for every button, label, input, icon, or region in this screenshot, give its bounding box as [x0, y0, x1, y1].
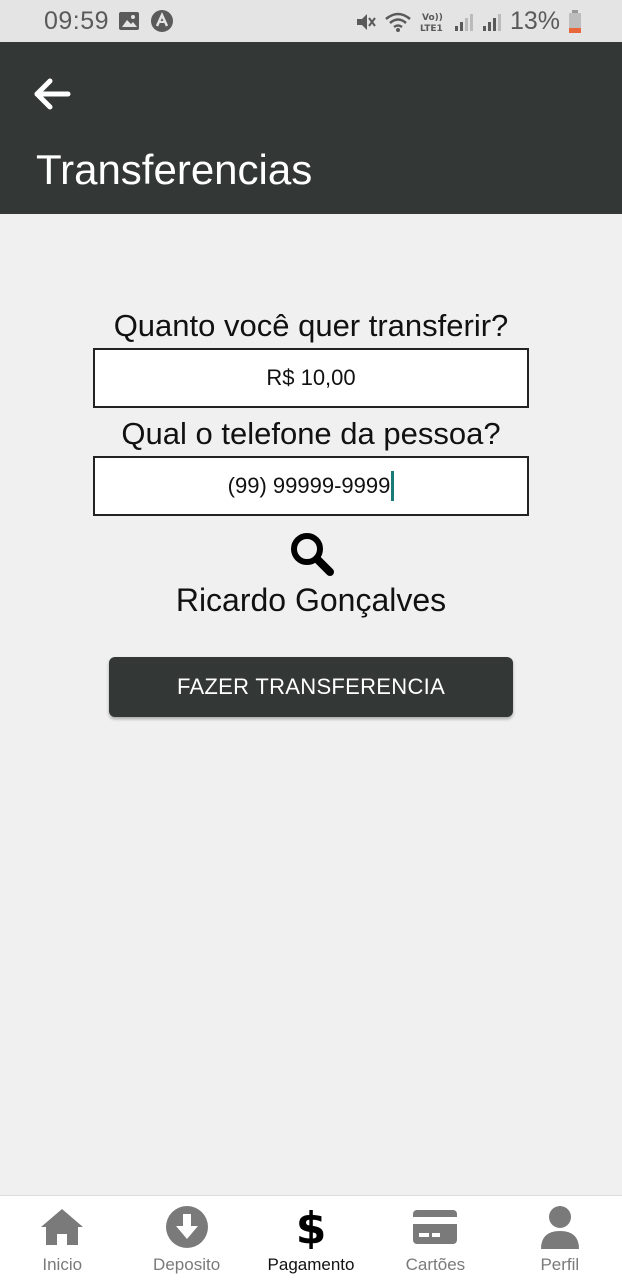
battery-icon — [569, 9, 581, 33]
nav-item-perfil[interactable]: Perfil — [498, 1196, 622, 1280]
back-button[interactable] — [30, 72, 74, 116]
amount-input[interactable]: R$ 10,00 — [93, 348, 529, 408]
app-bar: Transferencias — [0, 42, 622, 214]
image-icon — [119, 12, 139, 30]
signal-icon — [454, 13, 473, 31]
mute-icon — [356, 13, 376, 30]
status-bar: 09:59 Vo)) LTE1 13% — [0, 0, 622, 42]
nav-item-deposito[interactable]: Deposito — [124, 1196, 248, 1280]
amount-value: R$ 10,00 — [266, 365, 356, 390]
volte-icon: Vo)) LTE1 — [420, 13, 443, 33]
status-left-icons — [118, 9, 174, 33]
nav-label-pagamento: Pagamento — [267, 1255, 355, 1274]
phone-input[interactable]: (99) 99999-9999 — [93, 456, 529, 516]
page-title: Transferencias — [36, 146, 313, 193]
svg-text:Vo)): Vo)) — [422, 13, 443, 23]
user-icon — [540, 1206, 579, 1249]
svg-text:LTE1: LTE1 — [420, 24, 443, 33]
wifi-icon — [385, 12, 411, 32]
nav-label-cartoes: Cartões — [405, 1255, 466, 1274]
home-icon — [41, 1209, 84, 1245]
recipient-name: Ricardo Gonçalves — [175, 582, 447, 618]
nav-item-inicio[interactable]: Inicio — [0, 1196, 124, 1280]
bottom-nav: Inicio Deposito $ Pagamento Cartões Perf… — [0, 1195, 622, 1280]
arrow-left-icon — [34, 78, 71, 110]
nav-label-perfil: Perfil — [540, 1255, 580, 1274]
nav-label-inicio: Inicio — [42, 1255, 83, 1274]
transfer-button[interactable]: FAZER TRANSFERENCIA — [109, 657, 513, 717]
text-caret — [391, 471, 395, 501]
svg-text:$: $ — [296, 1205, 326, 1249]
app-notification-icon — [151, 10, 173, 32]
nav-item-pagamento[interactable]: $ Pagamento — [249, 1196, 373, 1280]
search-icon — [291, 533, 334, 576]
dollar-icon: $ — [296, 1205, 326, 1249]
credit-card-icon — [413, 1210, 458, 1244]
nav-item-cartoes[interactable]: Cartões — [373, 1196, 497, 1280]
search-button[interactable] — [288, 530, 336, 578]
download-circle-icon — [165, 1206, 208, 1248]
status-time: 09:59 — [44, 7, 110, 35]
phone-label: Qual o telefone da pessoa? — [121, 416, 501, 451]
signal-icon-2 — [482, 13, 501, 31]
nav-label-deposito: Deposito — [153, 1255, 221, 1274]
battery-percent: 13% — [509, 7, 560, 35]
phone-value: (99) 99999-9999 — [227, 473, 391, 498]
status-right-icons: Vo)) LTE1 13% — [354, 7, 582, 36]
amount-label: Quanto você quer transferir? — [113, 308, 509, 343]
